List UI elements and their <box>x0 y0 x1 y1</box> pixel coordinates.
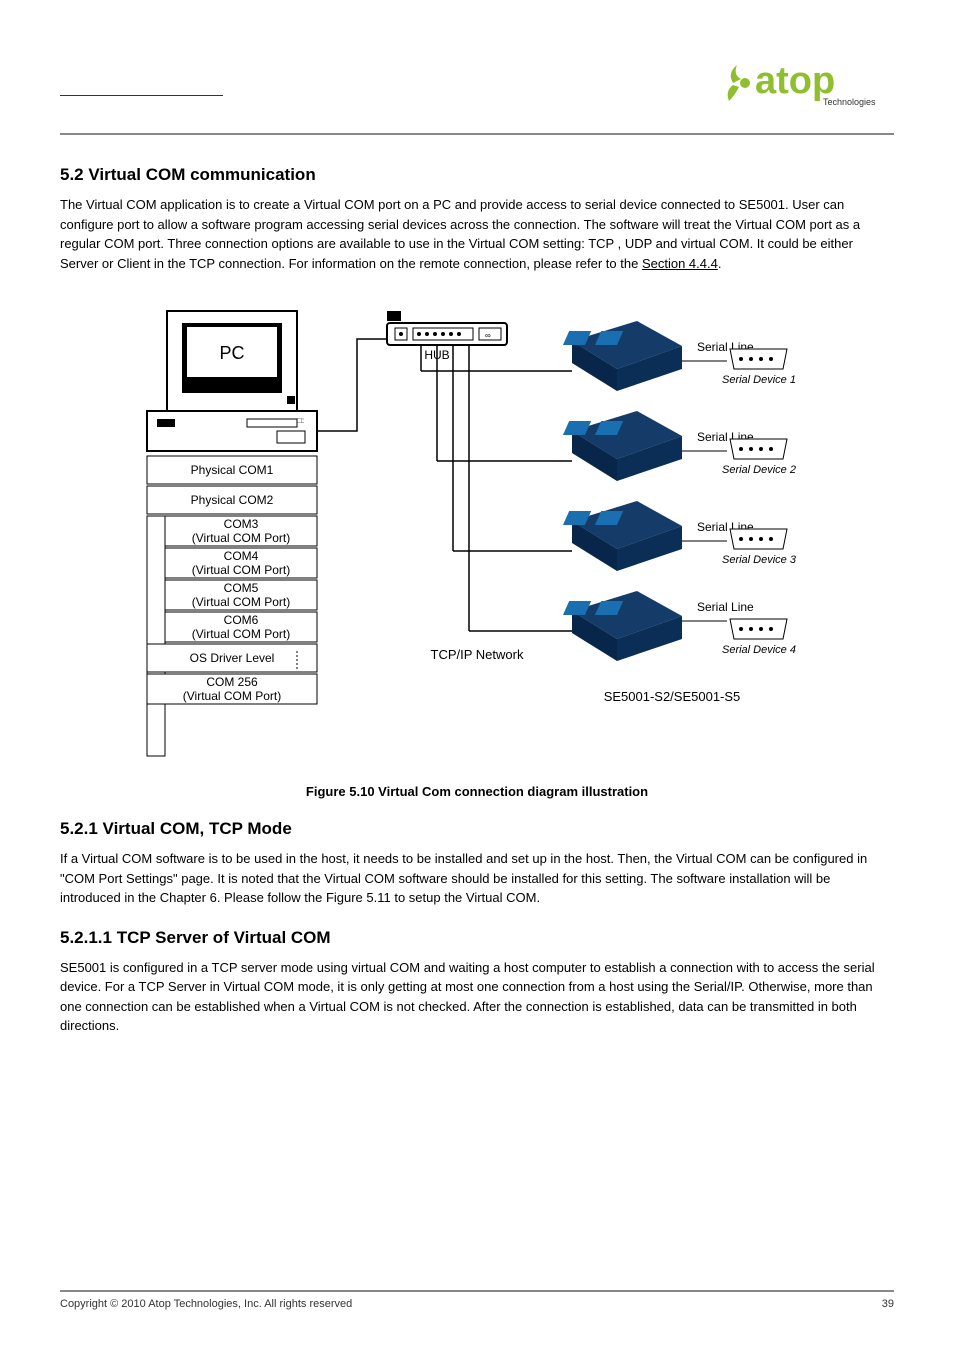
svg-text:COM 256: COM 256 <box>206 675 258 689</box>
svg-text:SE5001-S2/SE5001-S5: SE5001-S2/SE5001-S5 <box>604 689 741 704</box>
svg-text:(Virtual COM Port): (Virtual COM Port) <box>192 627 290 641</box>
virtual-com-diagram: PC □: Physical COM1 Physical COM2 COM3 (… <box>127 291 827 771</box>
subsection-heading-1: 5.2.1 Virtual COM, TCP Mode <box>60 819 894 839</box>
svg-text:□:: □: <box>297 416 304 425</box>
section-intro-paragraph: The Virtual COM application is to create… <box>60 195 894 273</box>
svg-text:(Virtual COM Port): (Virtual COM Port) <box>192 563 290 577</box>
svg-text:TCP/IP Network: TCP/IP Network <box>431 647 524 662</box>
svg-text:Serial Device 1: Serial Device 1 <box>722 374 796 386</box>
svg-text:Serial Device 3: Serial Device 3 <box>722 554 797 566</box>
svg-text:COM4: COM4 <box>224 549 259 563</box>
footer-copyright: Copyright © 2010 Atop Technologies, Inc.… <box>60 1298 352 1310</box>
svg-text:COM6: COM6 <box>224 613 259 627</box>
subsection1-text: If a Virtual COM software is to be used … <box>60 849 894 908</box>
svg-text:COM5: COM5 <box>224 581 259 595</box>
subsection2-text: SE5001 is configured in a TCP server mod… <box>60 958 894 1036</box>
svg-text:(Virtual COM Port): (Virtual COM Port) <box>192 595 290 609</box>
brand-logo: atop Technologies <box>719 55 894 111</box>
svg-text:(Virtual COM Port): (Virtual COM Port) <box>183 689 281 703</box>
figure-caption: Figure 5.10 Virtual Com connection diagr… <box>60 784 894 799</box>
svg-text:Serial Device 2: Serial Device 2 <box>722 464 796 476</box>
svg-text:Serial Device 4: Serial Device 4 <box>722 644 796 656</box>
brand-tagline: Technologies <box>823 97 876 107</box>
svg-text:OS Driver Level: OS Driver Level <box>190 651 275 665</box>
subsection-heading-2: 5.2.1.1 TCP Server of Virtual COM <box>60 928 894 948</box>
svg-text:COM3: COM3 <box>224 517 259 531</box>
svg-text:Physical COM1: Physical COM1 <box>191 463 274 477</box>
svg-text:Serial Line: Serial Line <box>697 600 754 614</box>
page-number: 39 <box>882 1298 894 1310</box>
brand-name: atop <box>755 60 835 102</box>
svg-text:Physical COM2: Physical COM2 <box>191 493 274 507</box>
svg-text:∞: ∞ <box>485 331 491 340</box>
svg-text:(Virtual COM Port): (Virtual COM Port) <box>192 531 290 545</box>
section-heading: 5.2 Virtual COM communication <box>60 165 894 185</box>
svg-text:PC: PC <box>219 343 244 363</box>
